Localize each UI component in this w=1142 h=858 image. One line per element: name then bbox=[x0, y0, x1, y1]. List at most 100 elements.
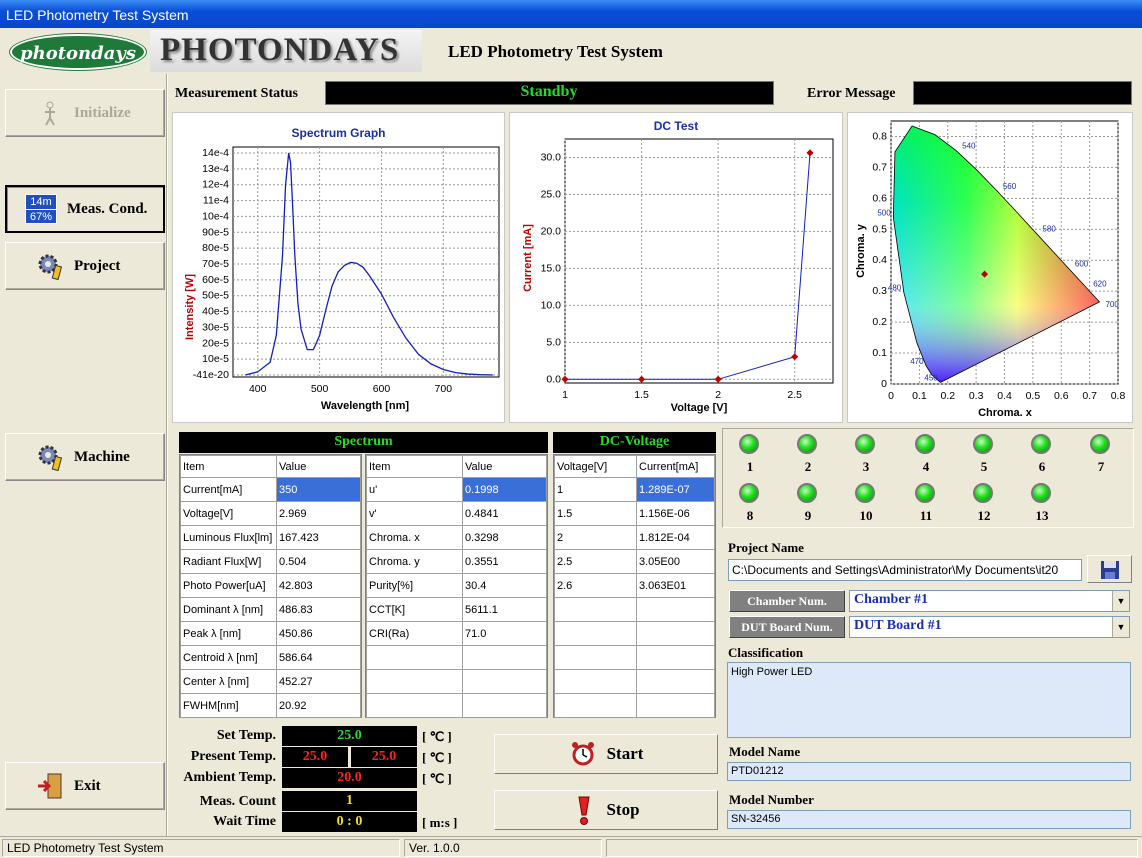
table-cell[interactable]: 3.063E01 bbox=[636, 573, 715, 598]
table-cell[interactable]: 0.1998 bbox=[462, 477, 547, 502]
table-cell[interactable] bbox=[636, 597, 715, 622]
table-cell[interactable] bbox=[554, 669, 637, 694]
table-cell[interactable]: 586.64 bbox=[276, 645, 361, 670]
spectrum-row[interactable]: Radiant Flux[W] 0.504 bbox=[180, 549, 361, 574]
table-cell[interactable]: 0.3298 bbox=[462, 525, 547, 550]
spectrum-row[interactable] bbox=[366, 693, 547, 718]
machine-button[interactable]: Machine bbox=[5, 433, 165, 481]
table-cell[interactable] bbox=[462, 669, 547, 694]
meas-cond-button[interactable]: 14m 67% Meas. Cond. bbox=[5, 185, 165, 233]
spectrum-row[interactable]: Photo Power[uA] 42.803 bbox=[180, 573, 361, 598]
table-cell[interactable]: 452.27 bbox=[276, 669, 361, 694]
stop-button[interactable]: Stop bbox=[494, 790, 718, 830]
table-cell[interactable]: CRI(Ra) bbox=[366, 621, 463, 646]
project-button[interactable]: Project bbox=[5, 242, 165, 290]
dut-board-select[interactable]: DUT Board #1 ▼ bbox=[849, 616, 1130, 638]
table-cell[interactable]: 5611.1 bbox=[462, 597, 547, 622]
table-cell[interactable] bbox=[366, 645, 463, 670]
dc-row[interactable] bbox=[554, 669, 715, 694]
table-cell[interactable]: 1.289E-07 bbox=[636, 477, 715, 502]
table-cell[interactable]: Chroma. x bbox=[366, 525, 463, 550]
chevron-down-icon[interactable]: ▼ bbox=[1112, 591, 1129, 611]
table-cell[interactable]: CCT[K] bbox=[366, 597, 463, 622]
table-cell[interactable] bbox=[636, 645, 715, 670]
spectrum-row[interactable]: FWHM[nm] 20.92 bbox=[180, 693, 361, 718]
table-cell[interactable]: u' bbox=[366, 477, 463, 502]
spectrum-row[interactable]: Current[mA] 350 bbox=[180, 477, 361, 502]
table-cell[interactable]: 1 bbox=[554, 477, 637, 502]
dc-row[interactable] bbox=[554, 621, 715, 646]
table-cell[interactable]: Centroid λ [nm] bbox=[180, 645, 277, 670]
table-cell[interactable]: 350 bbox=[276, 477, 361, 502]
table-cell[interactable] bbox=[636, 621, 715, 646]
table-cell[interactable]: 30.4 bbox=[462, 573, 547, 598]
start-button[interactable]: Start bbox=[494, 734, 718, 774]
table-cell[interactable] bbox=[636, 669, 715, 694]
table-cell[interactable]: 0.3551 bbox=[462, 549, 547, 574]
project-path-field[interactable]: C:\Documents and Settings\Administrator\… bbox=[728, 559, 1082, 581]
spectrum-row[interactable]: Voltage[V] 2.969 bbox=[180, 501, 361, 526]
table-cell[interactable]: 1.812E-04 bbox=[636, 525, 715, 550]
table-cell[interactable]: 71.0 bbox=[462, 621, 547, 646]
initialize-button[interactable]: Initialize bbox=[5, 89, 165, 137]
table-cell[interactable]: Chroma. y bbox=[366, 549, 463, 574]
table-cell[interactable]: Peak λ [nm] bbox=[180, 621, 277, 646]
classification-field[interactable]: High Power LED bbox=[727, 662, 1131, 738]
table-cell[interactable] bbox=[366, 693, 463, 718]
dc-row[interactable]: 1.5 1.156E-06 bbox=[554, 501, 715, 526]
table-cell[interactable]: v' bbox=[366, 501, 463, 526]
dc-row[interactable]: 2.6 3.063E01 bbox=[554, 573, 715, 598]
spectrum-row[interactable]: Purity[%] 30.4 bbox=[366, 573, 547, 598]
model-name-field[interactable]: PTD01212 bbox=[727, 762, 1131, 781]
spectrum-row[interactable]: Chroma. y 0.3551 bbox=[366, 549, 547, 574]
table-cell[interactable] bbox=[636, 693, 715, 718]
table-cell[interactable]: Dominant λ [nm] bbox=[180, 597, 277, 622]
spectrum-row[interactable]: CRI(Ra) 71.0 bbox=[366, 621, 547, 646]
dc-row[interactable]: 2 1.812E-04 bbox=[554, 525, 715, 550]
table-cell[interactable]: 2.969 bbox=[276, 501, 361, 526]
table-cell[interactable]: 2.5 bbox=[554, 549, 637, 574]
spectrum-row[interactable]: Luminous Flux[lm] 167.423 bbox=[180, 525, 361, 550]
table-cell[interactable]: 1.156E-06 bbox=[636, 501, 715, 526]
table-cell[interactable]: Current[mA] bbox=[180, 477, 277, 502]
table-cell[interactable] bbox=[554, 693, 637, 718]
table-cell[interactable] bbox=[554, 597, 637, 622]
dc-row[interactable] bbox=[554, 693, 715, 718]
table-cell[interactable] bbox=[462, 693, 547, 718]
table-cell[interactable]: FWHM[nm] bbox=[180, 693, 277, 718]
spectrum-row[interactable]: CCT[K] 5611.1 bbox=[366, 597, 547, 622]
spectrum-row[interactable]: u' 0.1998 bbox=[366, 477, 547, 502]
save-project-button[interactable] bbox=[1087, 555, 1132, 583]
table-cell[interactable] bbox=[366, 669, 463, 694]
spectrum-row[interactable]: v' 0.4841 bbox=[366, 501, 547, 526]
table-cell[interactable]: 2 bbox=[554, 525, 637, 550]
table-cell[interactable]: 450.86 bbox=[276, 621, 361, 646]
chevron-down-icon[interactable]: ▼ bbox=[1112, 617, 1129, 637]
spectrum-row[interactable] bbox=[366, 669, 547, 694]
table-cell[interactable] bbox=[554, 645, 637, 670]
table-cell[interactable]: 3.05E00 bbox=[636, 549, 715, 574]
spectrum-row[interactable]: Center λ [nm] 452.27 bbox=[180, 669, 361, 694]
table-cell[interactable]: 20.92 bbox=[276, 693, 361, 718]
table-cell[interactable]: Center λ [nm] bbox=[180, 669, 277, 694]
table-cell[interactable]: Luminous Flux[lm] bbox=[180, 525, 277, 550]
table-cell[interactable]: Voltage[V] bbox=[180, 501, 277, 526]
spectrum-row[interactable]: Chroma. x 0.3298 bbox=[366, 525, 547, 550]
model-number-field[interactable]: SN-32456 bbox=[727, 810, 1131, 829]
table-cell[interactable]: 42.803 bbox=[276, 573, 361, 598]
dc-row[interactable]: 2.5 3.05E00 bbox=[554, 549, 715, 574]
table-cell[interactable]: 1.5 bbox=[554, 501, 637, 526]
table-cell[interactable]: 0.4841 bbox=[462, 501, 547, 526]
table-cell[interactable]: 167.423 bbox=[276, 525, 361, 550]
table-cell[interactable]: 2.6 bbox=[554, 573, 637, 598]
table-cell[interactable]: Photo Power[uA] bbox=[180, 573, 277, 598]
dc-row[interactable] bbox=[554, 597, 715, 622]
spectrum-row[interactable]: Peak λ [nm] 450.86 bbox=[180, 621, 361, 646]
chamber-select[interactable]: Chamber #1 ▼ bbox=[849, 590, 1130, 612]
table-cell[interactable] bbox=[462, 645, 547, 670]
spectrum-row[interactable]: Dominant λ [nm] 486.83 bbox=[180, 597, 361, 622]
table-cell[interactable]: Radiant Flux[W] bbox=[180, 549, 277, 574]
table-cell[interactable]: 0.504 bbox=[276, 549, 361, 574]
spectrum-row[interactable] bbox=[366, 645, 547, 670]
spectrum-row[interactable]: Centroid λ [nm] 586.64 bbox=[180, 645, 361, 670]
